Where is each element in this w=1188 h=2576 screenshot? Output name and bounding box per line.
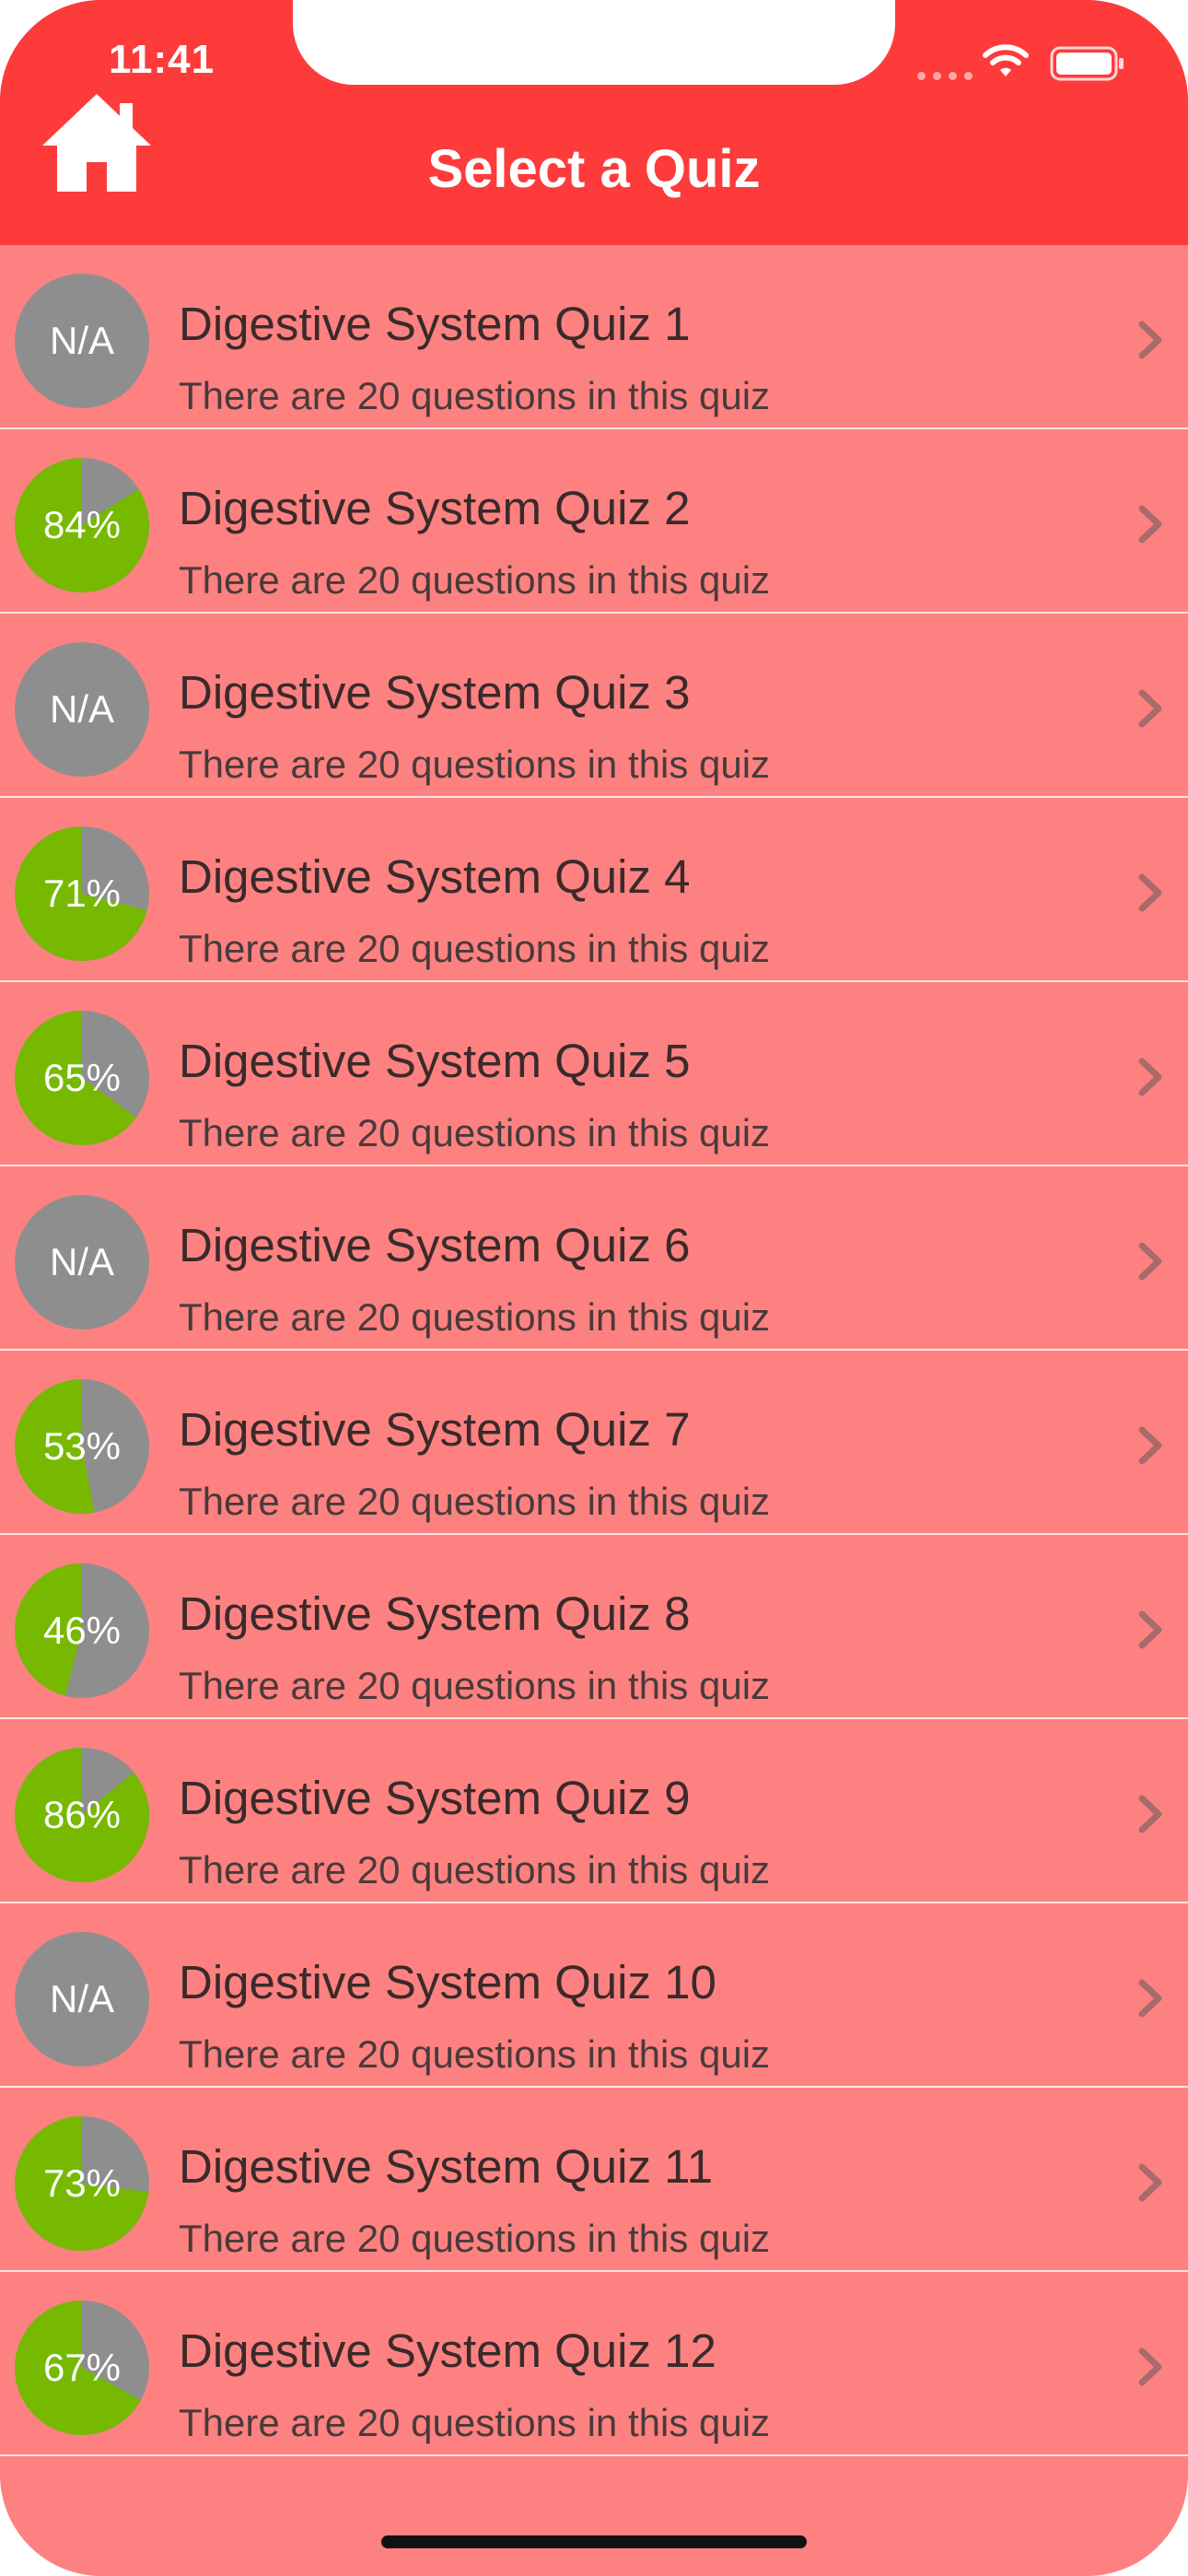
score-label: 65% xyxy=(42,1056,122,1099)
chevron-right-icon xyxy=(1138,1795,1162,1833)
quiz-list-item-11[interactable]: 73% Digestive System Quiz 11 There are 2… xyxy=(0,2088,1188,2272)
score-label: 73% xyxy=(42,2161,122,2205)
quiz-subtitle: There are 20 questions in this quiz xyxy=(179,1480,771,1523)
quiz-subtitle: There are 20 questions in this quiz xyxy=(179,1111,771,1154)
quiz-title: Digestive System Quiz 7 xyxy=(179,1403,691,1456)
score-label: 84% xyxy=(42,503,122,546)
cellular-signal-icon xyxy=(917,72,973,80)
quiz-list-item-8[interactable]: 46% Digestive System Quiz 8 There are 20… xyxy=(0,1535,1188,1719)
chevron-right-icon xyxy=(1138,321,1162,359)
score-label: 46% xyxy=(42,1609,122,1652)
score-label: 53% xyxy=(42,1424,122,1468)
chevron-right-icon xyxy=(1138,1242,1162,1281)
quiz-title: Digestive System Quiz 4 xyxy=(179,850,691,903)
quiz-list-item-12[interactable]: 67% Digestive System Quiz 12 There are 2… xyxy=(0,2272,1188,2456)
quiz-subtitle: There are 20 questions in this quiz xyxy=(179,1295,771,1339)
quiz-title: Digestive System Quiz 8 xyxy=(179,1587,691,1640)
score-label: N/A xyxy=(49,1240,114,1283)
quiz-list-item-1[interactable]: N/A Digestive System Quiz 1 There are 20… xyxy=(0,245,1188,429)
device-notch xyxy=(293,0,895,85)
status-bar-time: 11:41 xyxy=(109,37,215,82)
quiz-title: Digestive System Quiz 6 xyxy=(179,1219,691,1271)
page-title: Select a Quiz xyxy=(427,139,761,199)
quiz-list-item-5[interactable]: 65% Digestive System Quiz 5 There are 20… xyxy=(0,982,1188,1166)
battery-icon xyxy=(1050,46,1124,81)
chevron-right-icon xyxy=(1138,873,1162,912)
wifi-icon xyxy=(983,44,1029,76)
quiz-title: Digestive System Quiz 5 xyxy=(179,1035,691,1087)
score-label: 86% xyxy=(42,1793,122,1836)
score-label: N/A xyxy=(49,687,114,731)
score-label: N/A xyxy=(49,1977,114,2020)
quiz-list-item-7[interactable]: 53% Digestive System Quiz 7 There are 20… xyxy=(0,1351,1188,1535)
quiz-subtitle: There are 20 questions in this quiz xyxy=(179,2217,771,2260)
chevron-right-icon xyxy=(1138,1426,1162,1465)
quiz-subtitle: There are 20 questions in this quiz xyxy=(179,1664,771,1707)
quiz-subtitle: There are 20 questions in this quiz xyxy=(179,374,771,417)
quiz-list-item-2[interactable]: 84% Digestive System Quiz 2 There are 20… xyxy=(0,429,1188,614)
home-indicator[interactable] xyxy=(381,2535,807,2548)
quiz-title: Digestive System Quiz 3 xyxy=(179,666,691,719)
chevron-right-icon xyxy=(1138,2163,1162,2202)
quiz-title: Digestive System Quiz 1 xyxy=(179,298,691,350)
quiz-title: Digestive System Quiz 10 xyxy=(179,1956,716,2008)
quiz-subtitle: There are 20 questions in this quiz xyxy=(179,927,771,970)
chevron-right-icon xyxy=(1138,1058,1162,1096)
chevron-right-icon xyxy=(1138,1979,1162,2018)
quiz-title: Digestive System Quiz 9 xyxy=(179,1772,691,1824)
app-screen: 11:41 Select a Quiz N/A Digestive System… xyxy=(0,0,1188,2576)
quiz-list-item-4[interactable]: 71% Digestive System Quiz 4 There are 20… xyxy=(0,798,1188,982)
score-label: 67% xyxy=(42,2346,122,2389)
quiz-list-item-3[interactable]: N/A Digestive System Quiz 3 There are 20… xyxy=(0,614,1188,798)
score-label: N/A xyxy=(49,319,114,362)
chevron-right-icon xyxy=(1138,505,1162,544)
quiz-subtitle: There are 20 questions in this quiz xyxy=(179,743,771,786)
navigation-bar: 11:41 Select a Quiz xyxy=(0,0,1188,245)
quiz-list: N/A Digestive System Quiz 1 There are 20… xyxy=(0,245,1188,2456)
quiz-list-item-6[interactable]: N/A Digestive System Quiz 6 There are 20… xyxy=(0,1166,1188,1351)
score-label: 71% xyxy=(42,872,122,915)
quiz-title: Digestive System Quiz 2 xyxy=(179,482,691,534)
quiz-subtitle: There are 20 questions in this quiz xyxy=(179,1848,771,1891)
chevron-right-icon xyxy=(1138,1610,1162,1649)
quiz-subtitle: There are 20 questions in this quiz xyxy=(179,558,771,602)
quiz-title: Digestive System Quiz 12 xyxy=(179,2324,716,2377)
chevron-right-icon xyxy=(1138,689,1162,728)
quiz-subtitle: There are 20 questions in this quiz xyxy=(179,2401,771,2444)
quiz-subtitle: There are 20 questions in this quiz xyxy=(179,2032,771,2076)
quiz-list-item-9[interactable]: 86% Digestive System Quiz 9 There are 20… xyxy=(0,1719,1188,1903)
quiz-list-item-10[interactable]: N/A Digestive System Quiz 10 There are 2… xyxy=(0,1903,1188,2088)
chevron-right-icon xyxy=(1138,2348,1162,2386)
quiz-title: Digestive System Quiz 11 xyxy=(179,2140,714,2193)
